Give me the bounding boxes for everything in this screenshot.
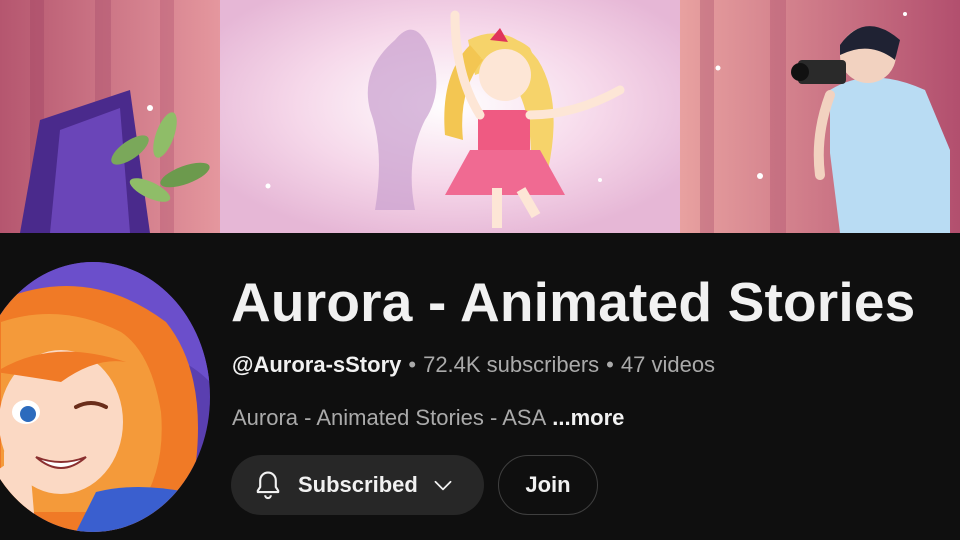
channel-description[interactable]: Aurora - Animated Stories - ASA ...more: [232, 403, 624, 433]
meta-separator: •: [606, 352, 614, 377]
banner-illustration: [0, 0, 960, 233]
subscriber-count: 72.4K subscribers: [423, 352, 600, 377]
subscribed-button[interactable]: Subscribed: [231, 455, 484, 515]
meta-separator: •: [408, 352, 417, 377]
video-count: 47 videos: [620, 352, 716, 377]
join-label: Join: [525, 472, 571, 497]
description-text: Aurora - Animated Stories - ASA: [232, 405, 547, 430]
channel-title: Aurora - Animated Stories: [231, 271, 916, 333]
channel-banner: [0, 0, 960, 233]
description-more-link[interactable]: ...more: [552, 405, 624, 431]
channel-actions: Subscribed Join: [231, 455, 598, 515]
bell-icon: [256, 471, 280, 500]
avatar-illustration: [0, 262, 210, 532]
channel-page: Aurora - Animated Stories @Aurora-sStory…: [0, 0, 960, 540]
channel-meta: @Aurora-sStory • 72.4K subscribers • 47 …: [232, 350, 715, 380]
chevron-down-icon: [434, 480, 452, 491]
channel-avatar[interactable]: [0, 262, 210, 532]
channel-handle[interactable]: @Aurora-sStory: [232, 352, 401, 378]
subscribed-label: Subscribed: [298, 472, 418, 497]
join-button[interactable]: Join: [498, 455, 598, 515]
